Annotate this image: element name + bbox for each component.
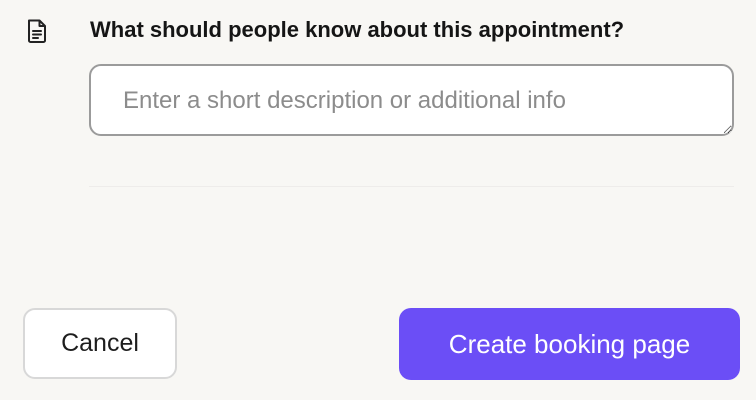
description-field-wrapper bbox=[89, 64, 734, 136]
document-text-icon bbox=[26, 18, 48, 44]
description-question-label: What should people know about this appoi… bbox=[90, 17, 625, 42]
create-booking-page-button[interactable]: Create booking page bbox=[399, 308, 740, 380]
cancel-button[interactable]: Cancel bbox=[23, 308, 177, 379]
section-divider bbox=[89, 186, 734, 187]
description-textarea[interactable] bbox=[89, 64, 734, 136]
